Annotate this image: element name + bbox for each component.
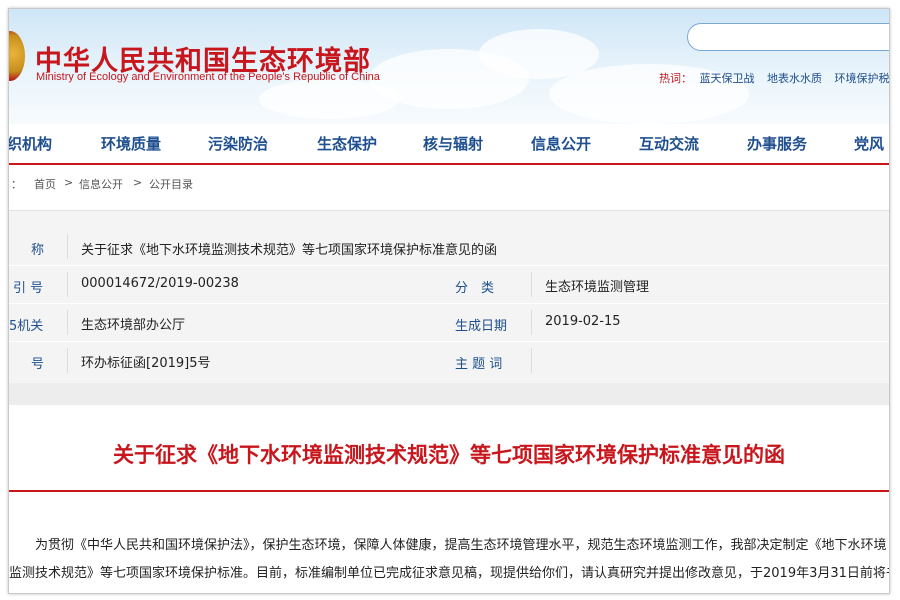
breadcrumb-info-disclosure[interactable]: 信息公开 <box>79 176 123 192</box>
info-value-docno: 环办标征函[2019]5号 <box>81 356 211 371</box>
article-title: 关于征求《地下水环境监测技术规范》等七项国家环境保护标准意见的函 <box>113 443 785 467</box>
breadcrumb-separator: > <box>133 176 143 189</box>
breadcrumb-home[interactable]: 首页 <box>34 176 56 192</box>
info-row-index: 引 号 000014672/2019-00238 分 类 生态环境监测管理 <box>9 266 889 304</box>
info-value-index: 000014672/2019-00238 <box>81 276 239 291</box>
document-info-table: 称 关于征求《地下水环境监测技术规范》等七项国家环境保护标准意见的函 引 号 0… <box>9 210 889 385</box>
breadcrumb-separator: > <box>64 176 74 189</box>
section-divider <box>9 383 889 405</box>
info-label-name: 称 <box>31 243 45 258</box>
info-row-issuer: 5机关 生态环境部办公厅 生成日期 2019-02-15 <box>9 304 889 342</box>
hot-words: 热词： 蓝天保卫战 地表水水质 环境保护税 <box>659 70 889 86</box>
hot-words-label: 热词： <box>659 72 692 85</box>
breadcrumb-catalog[interactable]: 公开目录 <box>149 176 193 192</box>
nav-item-pollution-control[interactable]: 污染防治 <box>208 133 268 154</box>
info-label-docno: 号 <box>31 357 45 372</box>
title-divider <box>9 490 889 492</box>
browser-viewport: 中华人民共和国生态环境部 Ministry of Ecology and Env… <box>8 8 890 594</box>
site-header: 中华人民共和国生态环境部 Ministry of Ecology and Env… <box>9 9 889 124</box>
breadcrumb: ： 首页 > 信息公开 > 公开目录 <box>9 169 889 197</box>
info-label-category: 分 类 <box>455 281 495 296</box>
nav-item-ecological-protection[interactable]: 生态保护 <box>317 133 377 154</box>
article-paragraph-line: 为贯彻《中华人民共和国环境保护法》，保护生态环境，保障人体健康，提高生态环境管理… <box>35 538 887 553</box>
nav-item-organization[interactable]: 织机构 <box>9 133 52 154</box>
info-row-docno: 号 环办标征函[2019]5号 主 题 词 <box>9 342 889 379</box>
info-value-date: 2019-02-15 <box>545 314 621 329</box>
info-label-subject: 主 题 词 <box>455 357 503 372</box>
nav-item-party[interactable]: 党风 <box>854 133 884 154</box>
site-name-english: Ministry of Ecology and Environment of t… <box>36 71 380 83</box>
hot-word-link[interactable]: 地表水水质 <box>767 72 822 85</box>
nav-item-information-disclosure[interactable]: 信息公开 <box>531 133 591 154</box>
info-label-index: 引 号 <box>13 281 44 296</box>
hot-word-link[interactable]: 环境保护税 <box>835 72 890 85</box>
main-nav: 织机构 环境质量 污染防治 生态保护 核与辐射 信息公开 互动交流 办事服务 党… <box>9 125 889 165</box>
nav-item-services[interactable]: 办事服务 <box>747 133 807 154</box>
info-label-date: 生成日期 <box>455 319 508 334</box>
nav-item-environment-quality[interactable]: 环境质量 <box>101 133 161 154</box>
search-input[interactable] <box>687 23 889 51</box>
nav-item-nuclear-radiation[interactable]: 核与辐射 <box>423 133 483 154</box>
info-row-name: 称 关于征求《地下水环境监测技术规范》等七项国家环境保护标准意见的函 <box>9 228 889 266</box>
nav-item-interaction[interactable]: 互动交流 <box>639 133 699 154</box>
breadcrumb-prefix: ： <box>11 178 22 191</box>
info-value-issuer: 生态环境部办公厅 <box>81 318 186 333</box>
hot-word-link[interactable]: 蓝天保卫战 <box>700 72 755 85</box>
info-value-category: 生态环境监测管理 <box>545 280 650 295</box>
article-paragraph-line: 监测技术规范》等七项国家环境保护标准。目前，标准编制单位已完成征求意见稿，现提供… <box>9 566 889 581</box>
info-value-name: 关于征求《地下水环境监测技术规范》等七项国家环境保护标准意见的函 <box>81 243 498 258</box>
national-emblem-icon <box>9 31 25 81</box>
info-label-issuer: 5机关 <box>9 319 44 334</box>
